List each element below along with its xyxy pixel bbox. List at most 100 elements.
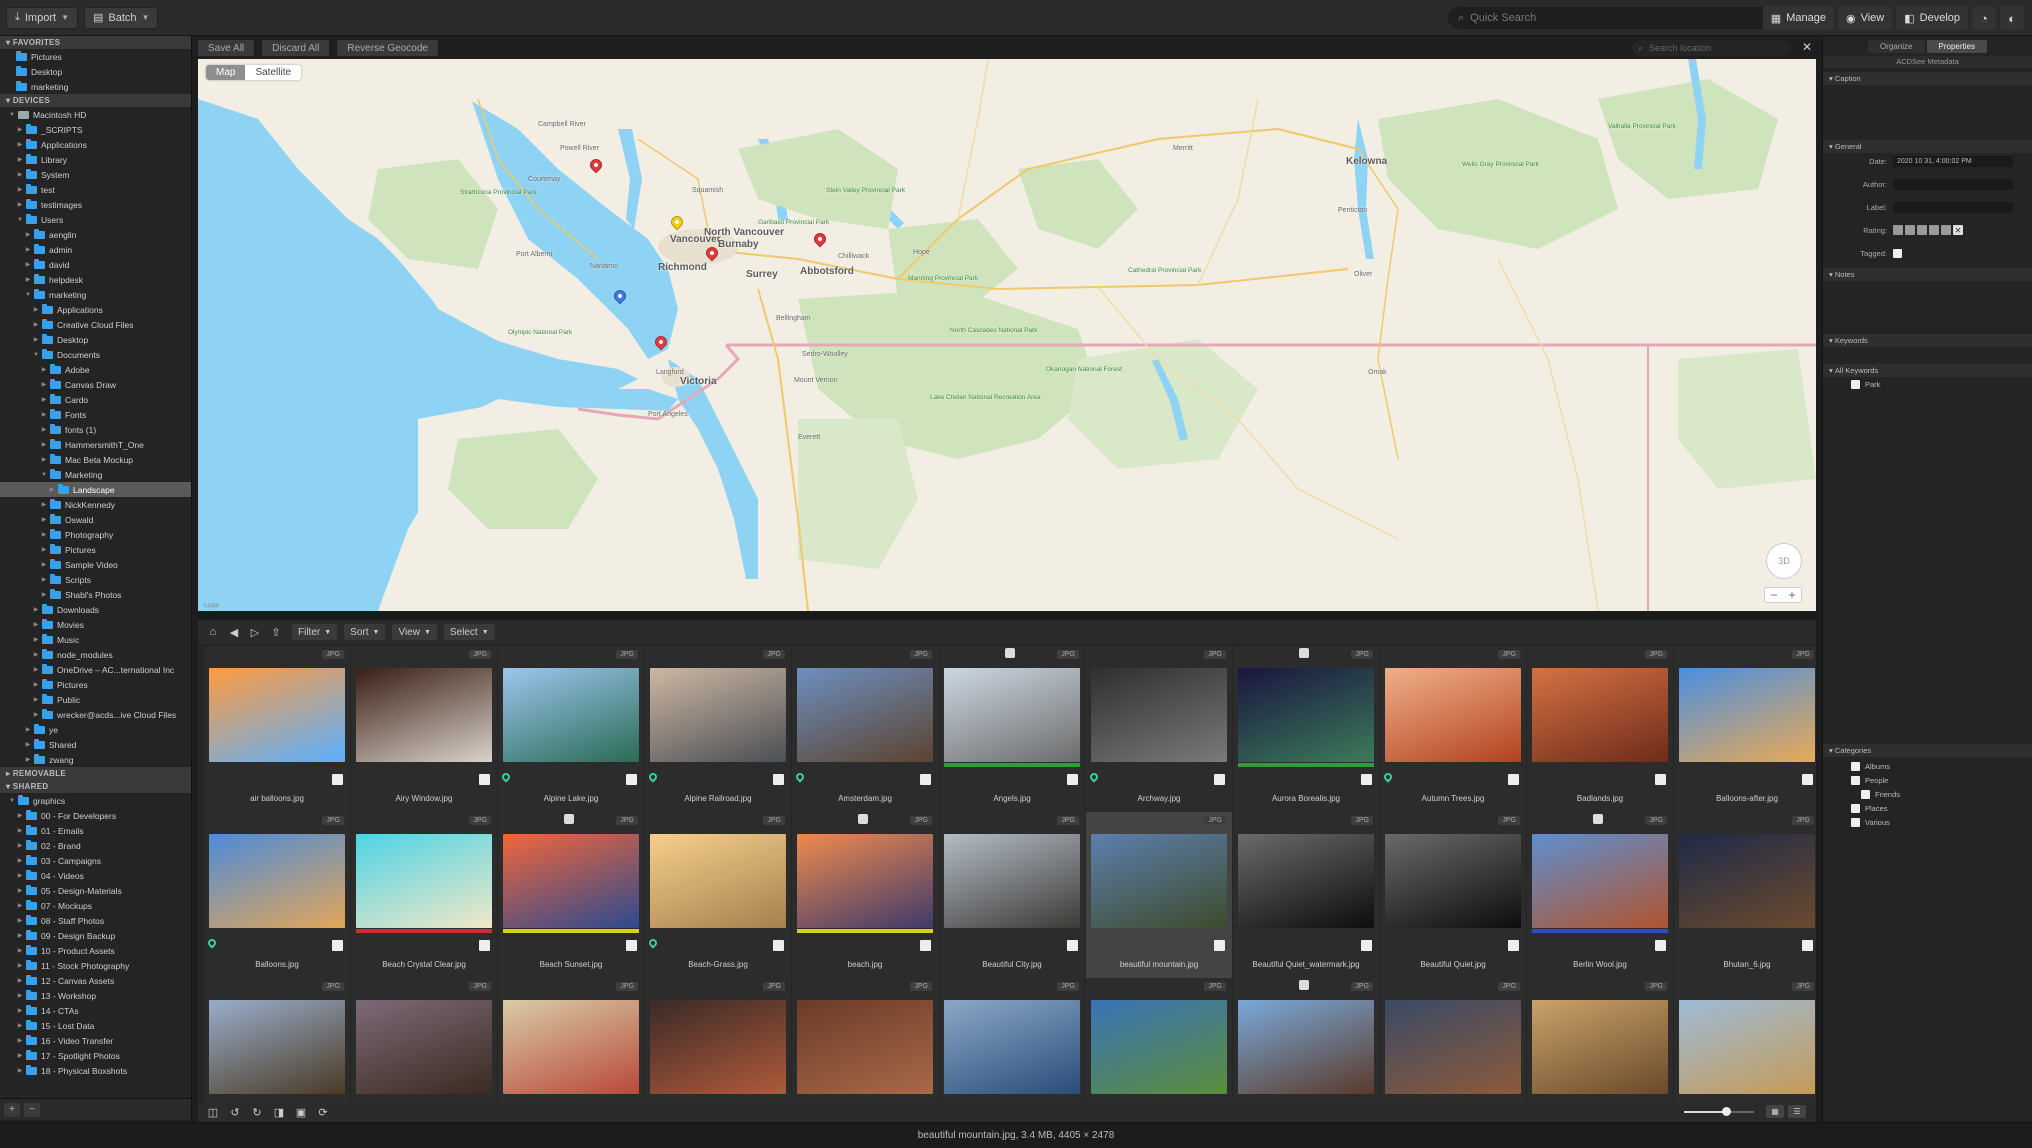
select-checkbox[interactable] [773, 940, 784, 951]
shared-folder-item[interactable]: ▶ 03 - Campaigns [0, 853, 191, 868]
chevron-right-icon[interactable]: ▶ [40, 411, 48, 418]
folder-tree-item[interactable]: ▶ zwang [0, 752, 191, 767]
thumbnail-item[interactable]: JPG [1527, 978, 1673, 1102]
shared-folder-item[interactable]: ▶ 15 - Lost Data [0, 1018, 191, 1033]
folder-tree-item[interactable]: ▶ OneDrive – AC...ternational Inc [0, 662, 191, 677]
thumbnail-item[interactable]: JPG Archway.jpg [1086, 646, 1232, 812]
rotate-left-button[interactable]: ↺ [226, 1104, 244, 1120]
folder-tree-item[interactable]: ▶ wrecker@acds...ive Cloud Files [0, 707, 191, 722]
rating-5[interactable] [1941, 225, 1951, 235]
shared-folder-item[interactable]: ▶ 13 - Workshop [0, 988, 191, 1003]
compass-3d-button[interactable]: 3D [1766, 543, 1802, 579]
tab-map[interactable]: Map [206, 65, 246, 80]
folder-tree-item[interactable]: ▼ Macintosh HD [0, 107, 191, 122]
thumbnail-image[interactable] [503, 834, 639, 928]
chevron-right-icon[interactable]: ▶ [32, 696, 40, 703]
favorite-item[interactable]: Pictures [0, 49, 191, 64]
keyword-item[interactable]: Park [1851, 380, 1880, 389]
chevron-right-icon[interactable]: ▶ [16, 917, 24, 924]
category-item[interactable]: Albums [1851, 762, 1890, 771]
thumbnail-image[interactable] [1238, 834, 1374, 928]
chevron-right-icon[interactable]: ▶ [24, 231, 32, 238]
chevron-right-icon[interactable]: ▶ [40, 591, 48, 598]
pane-splitter[interactable] [198, 612, 1816, 618]
chevron-right-icon[interactable]: ▶ [16, 962, 24, 969]
chevron-down-icon[interactable]: ▼ [8, 798, 16, 804]
select-checkbox[interactable] [1067, 940, 1078, 951]
chevron-right-icon[interactable]: ▶ [16, 171, 24, 178]
image-basket-button[interactable]: ◫ [204, 1104, 222, 1120]
select-checkbox[interactable] [626, 940, 637, 951]
thumbnail-image[interactable] [797, 834, 933, 928]
shared-folder-item[interactable]: ▶ 05 - Design-Materials [0, 883, 191, 898]
folder-tree-item[interactable]: ▶ Canvas Draw [0, 377, 191, 392]
folder-tree-item[interactable]: ▼ Documents [0, 347, 191, 362]
chevron-right-icon[interactable]: ▶ [16, 201, 24, 208]
folder-tree-item[interactable]: ▶ Scripts [0, 572, 191, 587]
back-button[interactable]: ◀ [225, 624, 243, 640]
thumbnail-image[interactable] [944, 668, 1080, 762]
category-checkbox[interactable] [1851, 818, 1860, 827]
thumbnail-item[interactable]: JPG Autumn Trees.jpg [1380, 646, 1526, 812]
thumbnail-item[interactable]: JPG air balloons.jpg [204, 646, 350, 812]
import-button[interactable]: ⤓ Import ▼ [6, 6, 78, 29]
folder-tree-item[interactable]: ▶ Applications [0, 302, 191, 317]
folder-tree-item[interactable]: ▶ ye [0, 722, 191, 737]
rating-4[interactable] [1929, 225, 1939, 235]
thumbnail-image[interactable] [1385, 1000, 1521, 1094]
chevron-right-icon[interactable]: ▶ [24, 261, 32, 268]
chevron-right-icon[interactable]: ▶ [16, 992, 24, 999]
shared-folder-item[interactable]: ▶ 17 - Spotlight Photos [0, 1048, 191, 1063]
zoom-out-button[interactable]: − [1765, 588, 1783, 602]
thumbnail-image[interactable] [1679, 834, 1815, 928]
thumbnail-image[interactable] [1238, 1000, 1374, 1094]
category-item[interactable]: Friends [1861, 790, 1900, 799]
chevron-right-icon[interactable]: ▶ [24, 741, 32, 748]
dashboard-button[interactable]: ◔ [1972, 6, 1996, 30]
category-item[interactable]: Places [1851, 804, 1888, 813]
chevron-right-icon[interactable]: ▶ [32, 666, 40, 673]
folder-tree-item[interactable]: ▶ Adobe [0, 362, 191, 377]
keyword-checkbox[interactable] [1851, 380, 1860, 389]
chevron-right-icon[interactable]: ▶ [24, 276, 32, 283]
folder-tree-item[interactable]: ▶ Pictures [0, 677, 191, 692]
chevron-right-icon[interactable]: ▶ [40, 381, 48, 388]
favorite-item[interactable]: marketing [0, 79, 191, 94]
chevron-right-icon[interactable]: ▶ [40, 531, 48, 538]
thumbnail-item[interactable]: JPG Beautiful Quiet.jpg [1380, 812, 1526, 978]
thumbnail-item[interactable]: JPG Bhutan_6.jpg [1674, 812, 1816, 978]
category-checkbox[interactable] [1851, 776, 1860, 785]
folder-tree-item[interactable]: ▶ aenglin [0, 227, 191, 242]
thumbnail-item[interactable]: JPG Beach Sunset.jpg [498, 812, 644, 978]
thumbnail-item[interactable]: JPG [351, 978, 497, 1102]
select-checkbox[interactable] [479, 940, 490, 951]
author-field[interactable] [1893, 178, 2013, 190]
thumbnail-image[interactable] [650, 834, 786, 928]
select-checkbox[interactable] [773, 774, 784, 785]
folder-tree-item[interactable]: ▶ Oswald [0, 512, 191, 527]
thumbnail-item[interactable]: JPG [1086, 978, 1232, 1102]
shared-folder-item[interactable]: ▶ 10 - Product Assets [0, 943, 191, 958]
folder-tree-item[interactable]: ▶ Public [0, 692, 191, 707]
shared-folder-item[interactable]: ▶ 14 - CTAs [0, 1003, 191, 1018]
folder-tree-item[interactable]: ▼ Marketing [0, 467, 191, 482]
shared-folder-item[interactable]: ▶ 16 - Video Transfer [0, 1033, 191, 1048]
select-checkbox[interactable] [920, 940, 931, 951]
thumbnail-item[interactable]: JPG Balloons.jpg [204, 812, 350, 978]
folder-tree-item[interactable]: ▶ Sample Video [0, 557, 191, 572]
thumbnail-image[interactable] [650, 1000, 786, 1094]
chevron-right-icon[interactable]: ▶ [16, 1007, 24, 1014]
chevron-right-icon[interactable]: ▶ [16, 887, 24, 894]
chevron-down-icon[interactable]: ▼ [16, 217, 24, 223]
up-folder-button[interactable]: ⇧ [267, 624, 285, 640]
select-checkbox[interactable] [1802, 940, 1813, 951]
thumbnail-image[interactable] [1091, 834, 1227, 928]
shared-folder-item[interactable]: ▶ 01 - Emails [0, 823, 191, 838]
chevron-right-icon[interactable]: ▶ [16, 902, 24, 909]
thumbnail-item[interactable]: JPG Beautiful City.jpg [939, 812, 1085, 978]
tab-satellite[interactable]: Satellite [245, 65, 301, 80]
thumbnail-item[interactable]: JPG [498, 978, 644, 1102]
rating-stars[interactable]: ✕ [1893, 225, 1963, 235]
favorites-header[interactable]: ▾ FAVORITES [0, 36, 191, 49]
folder-tree-item[interactable]: ▶ Creative Cloud Files [0, 317, 191, 332]
